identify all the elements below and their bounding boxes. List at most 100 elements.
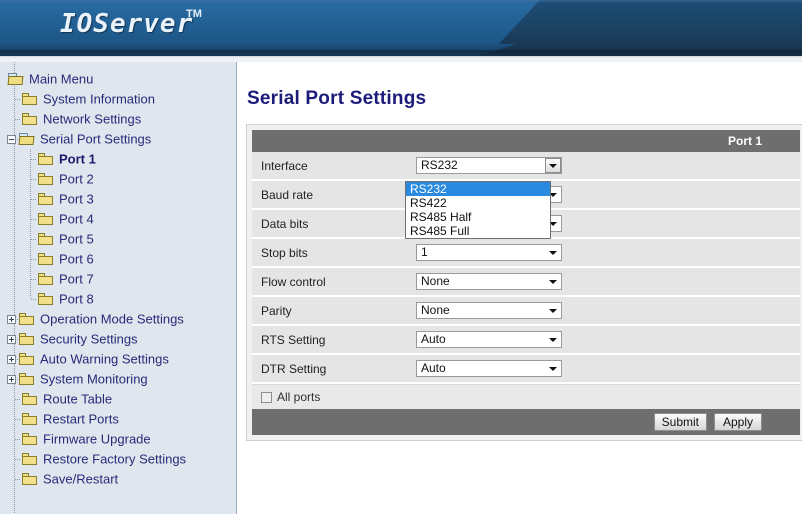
setting-field-cell: Auto [416, 326, 800, 355]
stop-bits-select[interactable]: 1 [416, 244, 562, 261]
tree-tick [31, 179, 36, 180]
panel-footer-actions: Submit Apply [252, 409, 800, 435]
tree-tick [31, 299, 36, 300]
flow-control-select[interactable]: None [416, 273, 562, 290]
sidebar-item-route-table[interactable]: Route Table [0, 389, 236, 409]
dropdown-option[interactable]: RS232 [406, 182, 550, 196]
sidebar-item-security-settings[interactable]: Security Settings [0, 329, 236, 349]
page-title: Serial Port Settings [247, 88, 427, 109]
tree-tick [31, 199, 36, 200]
select-value: Auto [421, 361, 446, 375]
settings-row: Interface RS232 [252, 152, 800, 181]
sidebar-item-save-restart[interactable]: Save/Restart [0, 469, 236, 489]
settings-row: RTS Setting Auto [252, 326, 800, 355]
setting-field-cell: RS232 [416, 152, 800, 181]
sidebar-item-label: Port 8 [59, 291, 94, 307]
folder-icon [19, 373, 35, 386]
sidebar-item-firmware-upgrade[interactable]: Firmware Upgrade [0, 429, 236, 449]
chevron-down-icon[interactable] [545, 304, 560, 317]
parity-select[interactable]: None [416, 302, 562, 319]
tree-tick [15, 479, 20, 480]
folder-icon [38, 293, 54, 306]
sidebar-item-port-4[interactable]: Port 4 [0, 209, 236, 229]
sidebar-item-port-8[interactable]: Port 8 [0, 289, 236, 309]
sidebar-navigation-tree[interactable]: Main Menu System Information Network Setti… [0, 62, 237, 514]
chevron-down-icon[interactable] [545, 246, 560, 259]
tree-tick [31, 279, 36, 280]
sidebar-item-main-menu[interactable]: Main Menu [0, 69, 236, 89]
sidebar-item-label: Restore Factory Settings [43, 451, 187, 467]
sidebar-item-port-5[interactable]: Port 5 [0, 229, 236, 249]
interface-dropdown-list[interactable]: RS232 RS422 RS485 Half RS485 Full [405, 181, 551, 239]
apply-button[interactable]: Apply [714, 413, 762, 431]
expand-plus-icon[interactable] [7, 335, 16, 345]
folder-icon [22, 433, 38, 446]
chevron-down-icon[interactable] [545, 333, 560, 346]
select-value: 1 [421, 245, 428, 259]
folder-icon [22, 393, 38, 406]
tree-tick [15, 459, 20, 460]
sidebar-item-label: Port 2 [59, 171, 94, 187]
dropdown-option[interactable]: RS422 [406, 196, 550, 210]
serial-port-settings-panel: Port 1 Interface RS232 Baud rate Data bits S… [246, 124, 802, 441]
sidebar-item-restart-ports[interactable]: Restart Ports [0, 409, 236, 429]
sidebar-item-network-settings[interactable]: Network Settings [0, 109, 236, 129]
chevron-down-icon[interactable] [545, 362, 560, 375]
expand-plus-icon[interactable] [7, 315, 16, 325]
sidebar-item-port-2[interactable]: Port 2 [0, 169, 236, 189]
dropdown-option[interactable]: RS485 Full [406, 224, 550, 238]
sidebar-item-system-information[interactable]: System Information [0, 89, 236, 109]
folder-icon [22, 113, 38, 126]
folder-icon [19, 333, 35, 346]
expand-plus-icon[interactable] [7, 355, 16, 365]
chevron-down-icon[interactable] [545, 275, 560, 288]
rts-setting-select[interactable]: Auto [416, 331, 562, 348]
sidebar-item-port-3[interactable]: Port 3 [0, 189, 236, 209]
sidebar-item-operation-mode-settings[interactable]: Operation Mode Settings [0, 309, 236, 329]
tree-tick [15, 99, 20, 100]
dtr-setting-select[interactable]: Auto [416, 360, 562, 377]
select-value: RS232 [421, 158, 458, 172]
sidebar-item-port-7[interactable]: Port 7 [0, 269, 236, 289]
sidebar-item-label: Network Settings [43, 111, 142, 127]
setting-label: DTR Setting [252, 355, 416, 384]
open-folder-icon [7, 73, 24, 86]
sidebar-item-auto-warning-settings[interactable]: Auto Warning Settings [0, 349, 236, 369]
dropdown-option[interactable]: RS485 Half [406, 210, 550, 224]
folder-icon [22, 453, 38, 466]
sidebar-item-serial-port-settings[interactable]: Serial Port Settings [0, 129, 236, 149]
setting-label: Interface [252, 152, 416, 181]
settings-row: Parity None [252, 297, 800, 326]
sidebar-item-label: Port 3 [59, 191, 94, 207]
select-value: Auto [421, 332, 446, 346]
expand-plus-icon[interactable] [7, 375, 16, 385]
tree-tick [15, 399, 20, 400]
sidebar-item-label: Port 6 [59, 251, 94, 267]
sidebar-item-restore-factory-settings[interactable]: Restore Factory Settings [0, 449, 236, 469]
folder-icon [38, 273, 54, 286]
open-folder-icon [18, 133, 35, 146]
folder-icon [19, 353, 35, 366]
interface-select[interactable]: RS232 [416, 157, 562, 174]
main-content: Serial Port Settings Port 1 Interface RS2… [238, 62, 802, 514]
setting-label: RTS Setting [252, 326, 416, 355]
sidebar-item-port-6[interactable]: Port 6 [0, 249, 236, 269]
sidebar-item-label: Security Settings [40, 331, 138, 347]
submit-button[interactable]: Submit [653, 413, 707, 431]
all-ports-checkbox[interactable] [261, 391, 272, 403]
all-ports-row[interactable]: All ports [252, 384, 800, 409]
collapse-minus-icon[interactable] [7, 135, 16, 145]
sidebar-item-port-1[interactable]: Port 1 [0, 149, 236, 169]
setting-label: Stop bits [252, 239, 416, 268]
chevron-down-icon[interactable] [545, 158, 561, 173]
sidebar-item-label: Port 7 [59, 271, 94, 287]
setting-label: Parity [252, 297, 416, 326]
tree-tick [15, 439, 20, 440]
tree-tick [31, 259, 36, 260]
sidebar-item-label: Port 5 [59, 231, 94, 247]
sidebar-item-system-monitoring[interactable]: System Monitoring [0, 369, 236, 389]
setting-field-cell: 1 [416, 239, 800, 268]
select-value: None [421, 303, 450, 317]
sidebar-item-label: Auto Warning Settings [40, 351, 169, 367]
